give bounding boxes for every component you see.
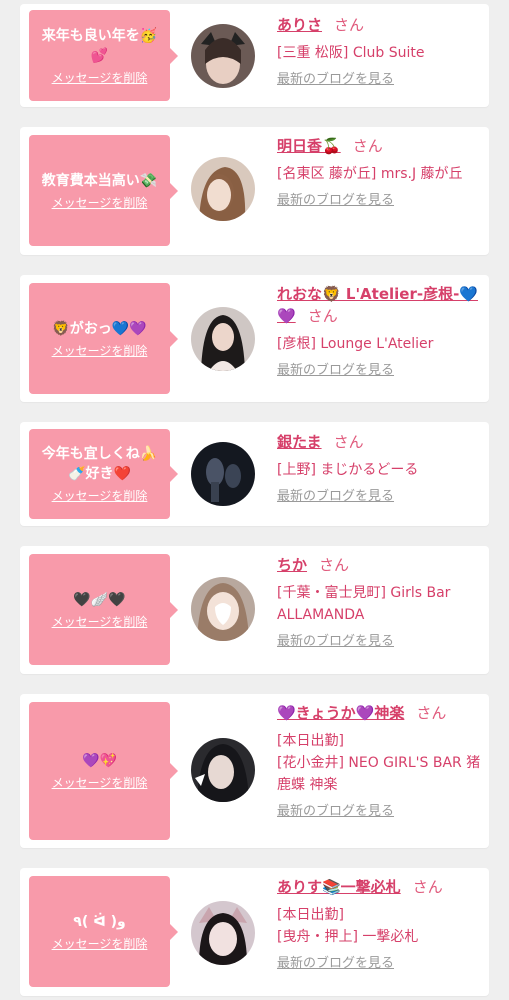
list-item: 来年も良い年を🥳💕 メッセージを削除 ありさ さん [三重 松阪] Club Su…: [20, 4, 489, 107]
delete-message-link[interactable]: メッセージを削除: [52, 936, 148, 952]
profile-name-link[interactable]: ありさ: [277, 16, 322, 34]
profile-info: 💜きょうか💜神楽 さん [本日出勤] [花小金井] NEO GIRL'S BAR …: [277, 702, 485, 822]
message-bubble: 教育費本当高い💸 メッセージを削除: [29, 135, 178, 246]
list-item: 🦁がおっ💙💜 メッセージを削除 れおな🦁 L'Atelier-彦根-💙💜 さん […: [20, 275, 489, 402]
shop-label: [彦根] Lounge L'Atelier: [277, 336, 434, 352]
shop-label: [花小金井] NEO GIRL'S BAR 猪鹿蝶 神楽: [277, 755, 481, 793]
delete-message-link[interactable]: メッセージを削除: [52, 195, 148, 211]
message-text: 来年も良い年を🥳💕: [41, 27, 158, 64]
shop-label: [三重 松阪] Club Suite: [277, 45, 425, 61]
latest-blog-link[interactable]: 最新のブログを見る: [277, 361, 394, 381]
message-bubble: 🖤🪽🖤 メッセージを削除: [29, 554, 178, 665]
message-text: ٩( ᐛ )و: [73, 913, 126, 930]
latest-blog-link[interactable]: 最新のブログを見る: [277, 191, 394, 211]
message-bubble: 来年も良い年を🥳💕 メッセージを削除: [29, 10, 178, 101]
message-bubble: 💜💖 メッセージを削除: [29, 702, 178, 840]
profile-name-link[interactable]: 銀たま: [277, 433, 322, 451]
list-item: 🖤🪽🖤 メッセージを削除 ちか さん [千葉・富士見町] Girls Bar AL…: [20, 546, 489, 674]
avatar[interactable]: [191, 577, 255, 641]
latest-blog-link[interactable]: 最新のブログを見る: [277, 632, 394, 652]
message-text: 今年も宜しくね🍌🍼好き❤️: [41, 446, 158, 482]
message-bubble: ٩( ᐛ )و メッセージを削除: [29, 876, 178, 987]
shop-label: [千葉・富士見町] Girls Bar ALLAMANDA: [277, 585, 451, 623]
profile-name-link[interactable]: 💜きょうか💜神楽: [277, 704, 404, 722]
avatar[interactable]: [191, 442, 255, 506]
shop-label: [曳舟・押上] 一撃必札: [277, 929, 419, 945]
message-text: 教育費本当高い💸: [41, 172, 158, 189]
list-item: ٩( ᐛ )و メッセージを削除 ありす📚一撃必札 さん [本日出勤] [曳舟・押…: [20, 868, 489, 996]
honorific: さん: [416, 704, 447, 722]
list-item: 教育費本当高い💸 メッセージを削除 明日香🍒 さん [名東区 藤が丘] mrs.J…: [20, 127, 489, 255]
message-bubble: 🦁がおっ💙💜 メッセージを削除: [29, 283, 178, 394]
shop-label: [上野] まじかるどーる: [277, 462, 419, 478]
latest-blog-link[interactable]: 最新のブログを見る: [277, 954, 394, 974]
avatar[interactable]: [191, 901, 255, 965]
honorific: さん: [334, 16, 365, 34]
avatar[interactable]: [191, 157, 255, 221]
avatar[interactable]: [191, 307, 255, 371]
profile-info: れおな🦁 L'Atelier-彦根-💙💜 さん [彦根] Lounge L'Ate…: [277, 283, 485, 381]
delete-message-link[interactable]: メッセージを削除: [52, 488, 148, 504]
delete-message-link[interactable]: メッセージを削除: [52, 614, 148, 630]
message-text: 🦁がおっ💙💜: [52, 320, 147, 337]
delete-message-link[interactable]: メッセージを削除: [52, 70, 148, 86]
avatar[interactable]: [191, 738, 255, 802]
latest-blog-link[interactable]: 最新のブログを見る: [277, 70, 394, 90]
profile-info: ありす📚一撃必札 さん [本日出勤] [曳舟・押上] 一撃必札 最新のブログを見る: [277, 876, 485, 974]
list-item: 今年も宜しくね🍌🍼好き❤️ メッセージを削除 銀たま さん [上野] まじかるどー…: [20, 422, 489, 526]
profile-info: 明日香🍒 さん [名東区 藤が丘] mrs.J 藤が丘 最新のブログを見る: [277, 135, 485, 211]
profile-info: 銀たま さん [上野] まじかるどーる 最新のブログを見る: [277, 431, 485, 507]
delete-message-link[interactable]: メッセージを削除: [52, 775, 148, 791]
profile-info: ありさ さん [三重 松阪] Club Suite 最新のブログを見る: [277, 14, 485, 90]
latest-blog-link[interactable]: 最新のブログを見る: [277, 487, 394, 507]
delete-message-link[interactable]: メッセージを削除: [52, 343, 148, 359]
message-text: 🖤🪽🖤: [73, 591, 126, 608]
honorific: さん: [333, 433, 364, 451]
honorific: さん: [307, 307, 338, 325]
message-bubble: 今年も宜しくね🍌🍼好き❤️ メッセージを削除: [29, 429, 178, 519]
profile-name-link[interactable]: ありす📚一撃必札: [277, 878, 401, 896]
list-item: 💜💖 メッセージを削除 💜きょうか💜神楽 さん [本日出勤] [花小金井] NEO…: [20, 694, 489, 848]
latest-blog-link[interactable]: 最新のブログを見る: [277, 802, 394, 822]
honorific: さん: [352, 137, 383, 155]
status-label: [本日出勤]: [277, 733, 344, 749]
avatar[interactable]: [191, 24, 255, 88]
profile-info: ちか さん [千葉・富士見町] Girls Bar ALLAMANDA 最新のブロ…: [277, 554, 485, 652]
honorific: さん: [319, 556, 350, 574]
profile-name-link[interactable]: 明日香🍒: [277, 137, 341, 155]
status-label: [本日出勤]: [277, 907, 344, 923]
shop-label: [名東区 藤が丘] mrs.J 藤が丘: [277, 166, 463, 182]
message-text: 💜💖: [82, 753, 117, 769]
honorific: さん: [412, 878, 443, 896]
profile-name-link[interactable]: ちか: [277, 556, 307, 574]
